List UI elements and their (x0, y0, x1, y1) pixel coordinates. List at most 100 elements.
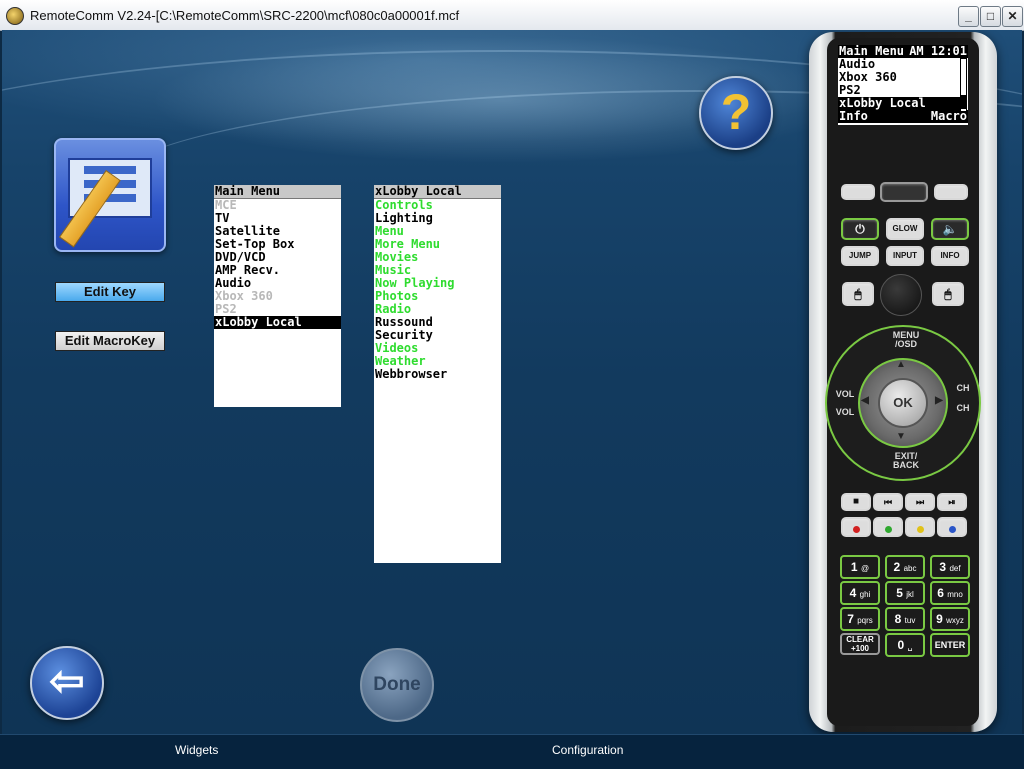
window-title: RemoteComm V2.24-[C:\RemoteComm\SRC-2200… (30, 8, 460, 23)
keypad-2-button[interactable]: 2 abc (885, 555, 925, 579)
lcd-header: Main Menu AM 12:01 (838, 45, 968, 58)
keypad-8-button[interactable]: 8 tuv (885, 607, 925, 631)
keypad-letters: abc (903, 564, 917, 573)
lcd-row-selected: xLobby Local (838, 97, 961, 110)
keypad-digit: 4 (849, 586, 857, 600)
list-item[interactable]: MCE (214, 199, 341, 212)
keypad-digit: 5 (896, 586, 903, 600)
ch-down-button[interactable]: CH (952, 404, 974, 413)
color-dot-icon (852, 526, 860, 533)
list-header: Main Menu (214, 185, 341, 199)
vol-down-button[interactable]: VOL (834, 408, 856, 417)
info-button[interactable]: INFO (931, 246, 969, 266)
keypad-4-button[interactable]: 4 ghi (840, 581, 880, 605)
keypad-digit: 2 (893, 560, 901, 574)
red-key-button[interactable] (841, 517, 871, 537)
keypad-7-button[interactable]: 7 pqrs (840, 607, 880, 631)
lcd-scrollbar (960, 58, 967, 112)
keypad-digit: 0 (897, 638, 905, 652)
close-button[interactable]: ✕ (1002, 6, 1023, 27)
input-button[interactable]: INPUT (886, 246, 924, 266)
minimize-button[interactable]: _ (958, 6, 979, 27)
lcd-softkeys: Info Macro (838, 110, 968, 123)
play-pause-icon[interactable]: ⏯ (937, 493, 967, 511)
lcd-time: AM 12:01 (909, 45, 967, 58)
edit-remote-icon (54, 138, 166, 252)
up-arrow-icon[interactable]: ▲ (896, 360, 906, 370)
softkey-right-button[interactable] (934, 184, 968, 200)
done-button[interactable]: Done (360, 648, 434, 722)
list-item[interactable]: xLobby Local (214, 316, 341, 329)
lcd-title: Main Menu (839, 45, 905, 58)
menu-osd-button[interactable]: MENU /OSD (884, 331, 928, 349)
clear-sub-label: +100 (850, 644, 870, 653)
ok-button[interactable]: OK (878, 378, 928, 428)
maximize-button[interactable]: □ (980, 6, 1001, 27)
previous-icon[interactable]: ⏮ (873, 493, 903, 511)
power-icon[interactable]: ⏻ (841, 218, 879, 240)
keypad-5-button[interactable]: 5 jkl (885, 581, 925, 605)
keypad-digit: 8 (894, 612, 902, 626)
keypad-letters: mno (947, 590, 963, 599)
keypad-letters: tuv (904, 616, 916, 625)
keypad-1-button[interactable]: 1 @ (840, 555, 880, 579)
list-header: xLobby Local (374, 185, 501, 199)
trackball[interactable] (880, 274, 922, 316)
list-item[interactable]: Webbrowser (374, 368, 501, 381)
configuration-tab[interactable]: Configuration (552, 743, 623, 757)
color-dot-icon (884, 526, 892, 533)
enter-button[interactable]: ENTER (930, 633, 970, 657)
lcd-softkey-left: Info (839, 110, 868, 123)
back-arrow-button[interactable]: ⇦ (30, 646, 104, 720)
keypad-letters: ␣ (907, 642, 913, 651)
glow-button[interactable]: GLOW (886, 218, 924, 240)
lcd-row: Audio (839, 58, 876, 71)
keypad-6-button[interactable]: 6 mno (930, 581, 970, 605)
jump-button[interactable]: JUMP (841, 246, 879, 266)
lcd-row: PS2 (839, 84, 861, 97)
softkey-left-button[interactable] (841, 184, 875, 200)
keypad-digit: 9 (936, 612, 943, 626)
clear-label: CLEAR (846, 635, 874, 644)
keypad-9-button[interactable]: 9 wxyz (930, 607, 970, 631)
keypad-3-button[interactable]: 3 def (930, 555, 970, 579)
help-button[interactable]: ? (699, 76, 773, 150)
edit-macrokey-button[interactable]: Edit MacroKey (55, 331, 165, 351)
left-arrow-icon[interactable]: ◀ (860, 396, 870, 406)
title-bar: RemoteComm V2.24-[C:\RemoteComm\SRC-2200… (0, 0, 1024, 31)
green-key-button[interactable] (873, 517, 903, 537)
keypad-digit: 1 (850, 560, 858, 574)
lcd-row: Xbox 360 (839, 71, 897, 84)
keypad-digit: 7 (847, 612, 854, 626)
yellow-key-button[interactable] (905, 517, 935, 537)
remote-lcd: Main Menu AM 12:01 Audio Xbox 360 PS2 xL… (838, 45, 968, 125)
down-arrow-icon[interactable]: ▼ (896, 432, 906, 442)
bottom-tab-bar: Widgets Configuration (0, 734, 1024, 769)
keypad-letters: jkl (906, 590, 914, 599)
color-dot-icon (916, 526, 924, 533)
keypad-digit: 3 (939, 560, 947, 574)
keypad-digit: 6 (937, 586, 944, 600)
softkey-center-button[interactable] (880, 182, 928, 202)
keypad-letters: def (949, 564, 961, 573)
main-menu-list[interactable]: Main Menu MCE TV Satellite Set-Top Box DVD/V… (214, 185, 341, 407)
clear-button[interactable]: CLEAR +100 (840, 633, 880, 655)
ch-up-button[interactable]: CH (952, 384, 974, 393)
vol-up-button[interactable]: VOL (834, 390, 856, 399)
widgets-tab[interactable]: Widgets (175, 743, 218, 757)
mouse-right-click-icon[interactable]: 🖱 (932, 282, 964, 306)
next-icon[interactable]: ⏭ (905, 493, 935, 511)
keypad-0-button[interactable]: 0 ␣ (885, 633, 925, 657)
app-icon (6, 7, 24, 25)
edit-key-button[interactable]: Edit Key (55, 282, 165, 302)
keypad-letters: pqrs (857, 616, 873, 625)
mute-icon[interactable]: 🔈 (931, 218, 969, 240)
right-arrow-icon[interactable]: ▶ (934, 396, 944, 406)
exit-back-button[interactable]: EXIT/ BACK (884, 452, 928, 470)
mouse-left-click-icon[interactable]: 🖱 (842, 282, 874, 306)
keypad-letters: ghi (859, 590, 871, 599)
stop-icon[interactable]: ■ (841, 493, 871, 511)
xlobby-list[interactable]: xLobby Local Controls Lighting Menu More Me… (374, 185, 501, 563)
color-dot-icon (948, 526, 956, 533)
blue-key-button[interactable] (937, 517, 967, 537)
